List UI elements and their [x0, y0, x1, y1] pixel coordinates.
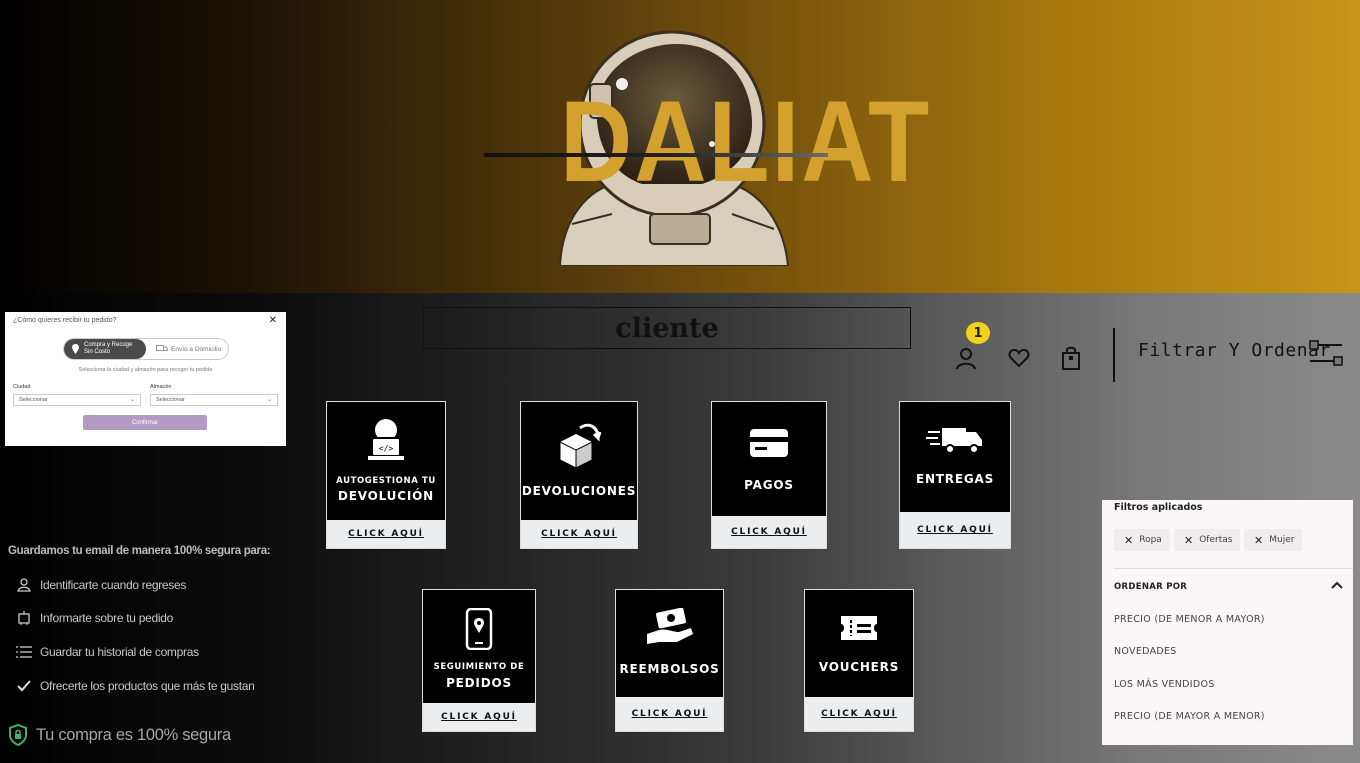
ticket-icon [841, 616, 877, 640]
credit-card-icon [750, 429, 788, 457]
pickup-option-line1: Compra y Recoge [84, 342, 133, 348]
pickup-option-line2: Sin Costo [84, 349, 111, 355]
tile-autogestiona[interactable]: </> AUTOGESTIONA TU DEVOLUCIÓN CLICK AQU… [326, 401, 446, 549]
tile-line1: AUTOGESTIONA TU [336, 476, 436, 486]
sliders-icon[interactable] [1308, 339, 1344, 367]
privacy-item-text: Ofrecerte los productos que más te gusta… [40, 679, 255, 693]
chevron-down-icon: ⌄ [266, 397, 272, 403]
privacy-item: Informarte sobre tu pedido [8, 611, 173, 625]
sort-title: ORDENAR POR [1114, 582, 1188, 592]
delivery-method-modal: ¿Cómo quieres recibir tu pedido? ✕ Compr… [5, 312, 286, 446]
store-select[interactable]: Seleccionar ⌄ [150, 394, 278, 406]
sort-option[interactable]: PRECIO (DE MAYOR A MENOR) [1114, 711, 1265, 722]
chevron-down-icon: ⌄ [129, 397, 135, 403]
tile-vouchers[interactable]: VOUCHERS CLICK AQUÍ [804, 589, 914, 732]
click-here-link[interactable]: CLICK AQUÍ [712, 516, 826, 548]
store-label: Almacén [150, 384, 172, 390]
tile-line2: PEDIDOS [446, 676, 512, 690]
click-here-link[interactable]: CLICK AQUÍ [423, 703, 535, 731]
store-select-value: Seleccionar [156, 397, 185, 403]
privacy-item: Identificarte cuando regreses [8, 578, 186, 592]
privacy-item: Guardar tu historial de compras [8, 645, 199, 659]
tile-pagos[interactable]: PAGOS CLICK AQUÍ [711, 401, 827, 549]
tile-entregas[interactable]: ENTREGAS CLICK AQUÍ [899, 401, 1011, 549]
secure-text: Tu compra es 100% segura [36, 725, 231, 744]
location-pin-icon [72, 344, 79, 354]
remove-icon[interactable]: ✕ [1124, 534, 1133, 547]
home-delivery-option[interactable]: Envío a Domicilio [156, 339, 221, 359]
logo-strike-line [484, 153, 828, 157]
filter-chip-label: Ofertas [1199, 535, 1233, 545]
agent-icon: </> [368, 419, 404, 460]
divider [1114, 568, 1353, 569]
tile-line2: REEMBOLSOS [619, 662, 720, 676]
list-icon [16, 646, 32, 658]
click-here-link[interactable]: CLICK AQUÍ [805, 697, 913, 731]
filter-chip-label: Mujer [1269, 535, 1295, 545]
privacy-info: Guardamos tu email de manera 100% segura… [8, 545, 298, 693]
tile-line2: VOUCHERS [818, 660, 900, 674]
tile-seguimiento[interactable]: SEGUIMIENTO DE PEDIDOS CLICK AQUÍ [422, 589, 536, 732]
filters-panel: Filtros aplicados ✕ Ropa ✕ Ofertas ✕ Mujer … [1102, 500, 1353, 745]
pickup-option[interactable]: Compra y Recoge Sin Costo [64, 339, 146, 359]
confirm-button[interactable]: Confirmar [83, 415, 207, 430]
privacy-title: Guardamos tu email de manera 100% segura… [8, 545, 271, 557]
click-here-link[interactable]: CLICK AQUÍ [327, 520, 445, 548]
hero-banner: DALIAT [0, 0, 1360, 293]
truck-outline-icon [156, 345, 168, 351]
privacy-item-text: Informarte sobre tu pedido [40, 611, 173, 625]
tile-line2: ENTREGAS [915, 472, 995, 486]
modal-title: ¿Cómo quieres recibir tu pedido? [13, 317, 117, 324]
click-here-link[interactable]: CLICK AQUÍ [900, 512, 1010, 548]
city-select-value: Seleccionar [19, 397, 48, 403]
user-icon[interactable] [954, 346, 978, 370]
tile-line2: DEVOLUCIONES [521, 484, 637, 498]
refund-hand-icon [646, 608, 693, 644]
city-label: Ciudad [13, 384, 31, 390]
click-here-link[interactable]: CLICK AQUÍ [521, 520, 637, 548]
filter-chip-ofertas[interactable]: ✕ Ofertas [1174, 529, 1241, 551]
tile-line2: DEVOLUCIÓN [338, 489, 434, 503]
tile-line1: SEGUIMIENTO DE [433, 662, 525, 672]
filter-chip-ropa[interactable]: ✕ Ropa [1114, 529, 1170, 551]
city-select[interactable]: Seleccionar ⌄ [13, 394, 141, 406]
home-delivery-label: Envío a Domicilio [171, 345, 222, 353]
close-icon[interactable]: ✕ [269, 315, 277, 326]
heart-icon[interactable] [1008, 348, 1030, 368]
chevron-up-icon[interactable] [1331, 580, 1343, 590]
search-input[interactable]: cliente [423, 307, 911, 349]
click-here-link[interactable]: CLICK AQUÍ [616, 697, 723, 731]
secure-purchase-note: Tu compra es 100% segura [8, 724, 231, 746]
filter-sort-link[interactable]: Filtrar Y Ordenar [1138, 340, 1331, 361]
return-box-icon [559, 423, 602, 469]
tile-devoluciones[interactable]: DEVOLUCIONES CLICK AQUÍ [520, 401, 638, 549]
header-divider [1113, 328, 1115, 382]
remove-icon[interactable]: ✕ [1254, 534, 1263, 547]
brand-logo-text: DALIAT [560, 77, 932, 207]
tile-reembolsos[interactable]: REEMBOLSOS CLICK AQUÍ [615, 589, 724, 732]
user-icon [17, 578, 31, 592]
sort-option[interactable]: LOS MÁS VENDIDOS [1114, 679, 1215, 690]
svg-text:</>: </> [379, 444, 394, 453]
package-icon [18, 611, 30, 625]
tile-line2: PAGOS [744, 478, 794, 492]
privacy-item: Ofrecerte los productos que más te gusta… [8, 679, 255, 693]
remove-icon[interactable]: ✕ [1184, 534, 1193, 547]
applied-filters-title: Filtros aplicados [1114, 502, 1203, 513]
checkmark-icon [17, 680, 31, 692]
sort-option[interactable]: NOVEDADES [1114, 646, 1177, 657]
privacy-item-text: Guardar tu historial de compras [40, 645, 199, 659]
filter-chip-mujer[interactable]: ✕ Mujer [1244, 529, 1303, 551]
filter-chip-label: Ropa [1139, 535, 1162, 545]
shopping-bag-icon[interactable] [1060, 346, 1082, 370]
cart-count-badge: 1 [966, 322, 990, 344]
modal-subtitle: Selecciona la ciudad y almacén para reco… [78, 367, 213, 373]
phone-location-icon [465, 608, 493, 650]
delivery-toggle[interactable]: Compra y Recoge Sin Costo Envío a Domici… [63, 338, 229, 360]
shield-lock-icon [9, 724, 27, 746]
privacy-item-text: Identificarte cuando regreses [40, 578, 187, 592]
truck-icon [926, 428, 982, 454]
sort-option[interactable]: PRECIO (DE MENOR A MAYOR) [1114, 614, 1265, 625]
